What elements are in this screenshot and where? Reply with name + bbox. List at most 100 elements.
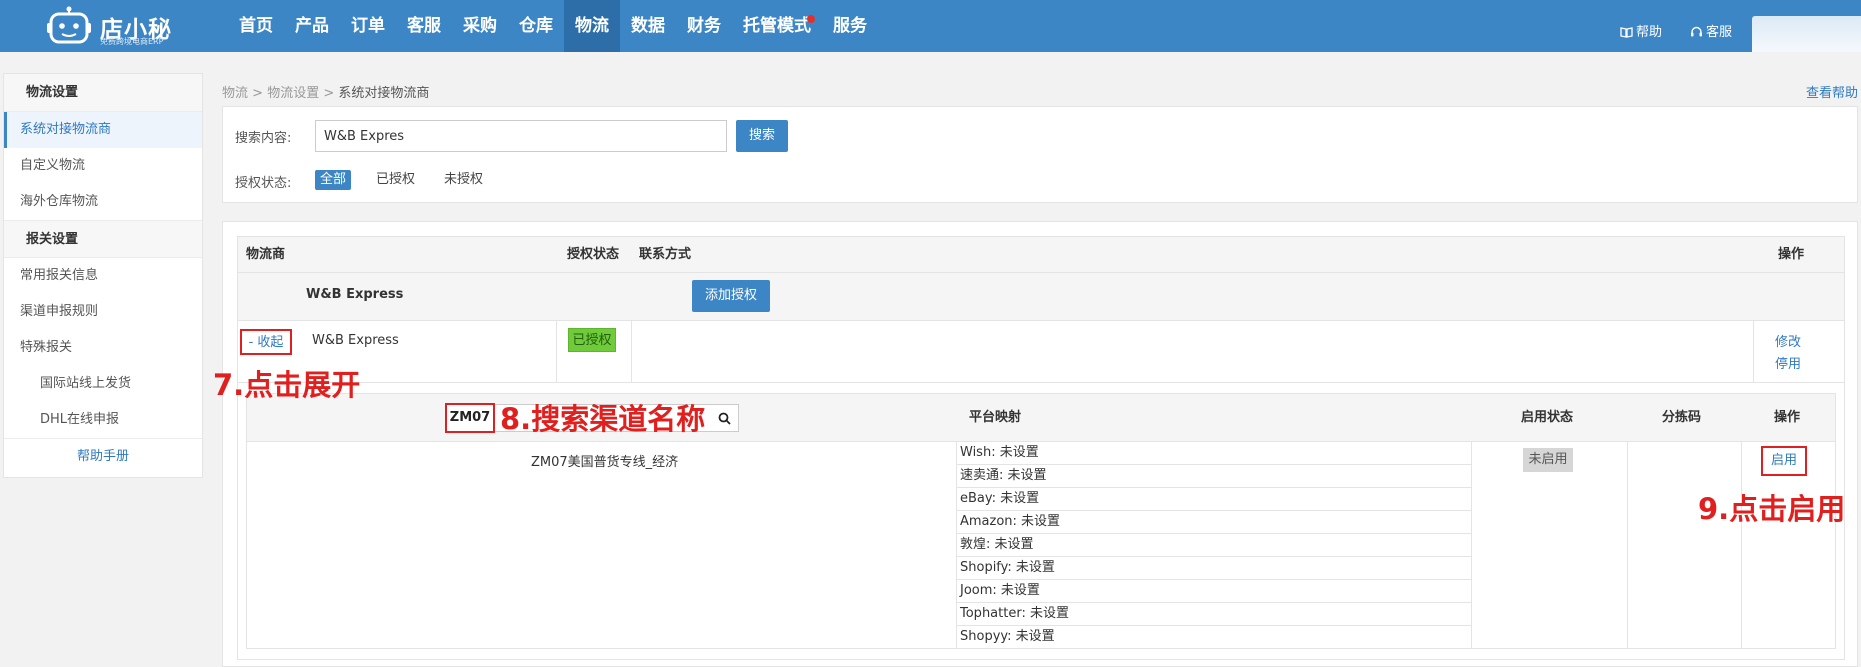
service-link[interactable]: 客服 xyxy=(1690,0,1732,52)
nav-item-label: 数据 xyxy=(631,16,665,36)
help-label: 帮助 xyxy=(1636,25,1663,40)
filter-all[interactable]: 全部 xyxy=(315,170,352,190)
carrier-group-row: W&B Express 添加授权 xyxy=(238,273,1844,321)
nav-item-0[interactable]: 首页 xyxy=(228,0,284,52)
nav-item-label: 物流 xyxy=(575,16,609,36)
channel-status-badge: 未启用 xyxy=(1523,448,1573,472)
sidebar-item-dhl-declare[interactable]: DHL在线申报 xyxy=(4,402,202,438)
search-input[interactable] xyxy=(315,120,727,152)
channel-container: ZM07 平台映射 启用状态 分拣码 操作 ZM07美国普货专线_经济 未启用 … xyxy=(238,383,1844,659)
breadcrumb-separator: > xyxy=(252,86,264,101)
sidebar-section-logistics: 物流设置 xyxy=(4,74,202,112)
auth-status-badge: 已授权 xyxy=(568,328,616,352)
col-auth-status: 授权状态 xyxy=(567,247,620,262)
col-enable-status: 启用状态 xyxy=(1521,410,1574,425)
nav-item-6[interactable]: 物流 xyxy=(564,0,620,52)
col-platform-mapping: 平台映射 xyxy=(969,410,1022,425)
sidebar-item-overseas-warehouse[interactable]: 海外仓库物流 xyxy=(4,184,202,220)
search-label: 搜索内容: xyxy=(235,131,292,146)
breadcrumb-logistics-settings[interactable]: 物流设置 xyxy=(267,86,319,101)
search-button[interactable]: 搜索 xyxy=(736,120,788,152)
notification-dot xyxy=(807,15,815,23)
nav-item-1[interactable]: 产品 xyxy=(284,0,340,52)
sidebar-item-system-carrier[interactable]: 系统对接物流商 xyxy=(4,112,202,148)
platform-mapping-item[interactable]: Amazon: 未设置 xyxy=(957,511,1471,534)
nav-item-8[interactable]: 财务 xyxy=(676,0,732,52)
sidebar-item-intl-shipping[interactable]: 国际站线上发货 xyxy=(4,366,202,402)
view-help-link[interactable]: 查看帮助 xyxy=(1806,82,1858,101)
logo[interactable]: 店小秘 免费跨境电商ERP xyxy=(46,4,176,48)
add-auth-button[interactable]: 添加授权 xyxy=(692,280,770,312)
col-divider xyxy=(556,321,557,382)
disable-link[interactable]: 停用 xyxy=(1775,353,1801,372)
platform-mapping-item[interactable]: Tophatter: 未设置 xyxy=(957,603,1471,626)
search-icon[interactable] xyxy=(718,412,731,425)
sidebar-help-manual[interactable]: 帮助手册 xyxy=(4,438,202,474)
nav-item-label: 服务 xyxy=(833,16,867,36)
user-account-box[interactable] xyxy=(1752,16,1861,52)
nav-item-label: 采购 xyxy=(463,16,497,36)
nav-item-label: 财务 xyxy=(687,16,721,36)
nav-item-10[interactable]: 服务 xyxy=(822,0,878,52)
nav-item-5[interactable]: 仓库 xyxy=(508,0,564,52)
col-carrier: 物流商 xyxy=(246,247,286,262)
channel-name: ZM07美国普货专线_经济 xyxy=(531,455,679,470)
col-sort-code: 分拣码 xyxy=(1662,410,1702,425)
headset-icon xyxy=(1691,26,1702,37)
sidebar-item-channel-rules[interactable]: 渠道申报规则 xyxy=(4,294,202,330)
platform-mapping-item[interactable]: eBay: 未设置 xyxy=(957,488,1471,511)
breadcrumb-logistics[interactable]: 物流 xyxy=(222,86,248,101)
platform-mapping-item[interactable]: 敦煌: 未设置 xyxy=(957,534,1471,557)
sidebar-item-custom-logistics[interactable]: 自定义物流 xyxy=(4,148,202,184)
channel-table: ZM07 平台映射 启用状态 分拣码 操作 ZM07美国普货专线_经济 未启用 … xyxy=(246,393,1836,649)
nav-item-4[interactable]: 采购 xyxy=(452,0,508,52)
platform-mapping-item[interactable]: Shopify: 未设置 xyxy=(957,557,1471,580)
main-nav: 首页 产品 订单 客服 采购 仓库 物流 数据 财务 托管模式 服务 xyxy=(228,0,878,52)
annotation-step-7: 7.点击展开 xyxy=(213,368,361,402)
nav-item-label: 首页 xyxy=(239,16,273,36)
col-channel-action: 操作 xyxy=(1774,410,1801,425)
nav-item-3[interactable]: 客服 xyxy=(396,0,452,52)
breadcrumb-separator: > xyxy=(323,86,335,101)
sidebar-item-special-customs[interactable]: 特殊报关 xyxy=(4,330,202,366)
nav-item-9[interactable]: 托管模式 xyxy=(732,0,822,52)
carrier-table-header: 物流商 授权状态 联系方式 操作 xyxy=(238,237,1844,273)
platform-mapping-item[interactable]: Shopyy: 未设置 xyxy=(957,626,1471,649)
nav-item-label: 客服 xyxy=(407,16,441,36)
platform-mapping-item[interactable]: 速卖通: 未设置 xyxy=(957,465,1471,488)
platform-mapping-item[interactable]: Joom: 未设置 xyxy=(957,580,1471,603)
top-nav-bar: 店小秘 免费跨境电商ERP 首页 产品 订单 客服 采购 仓库 物流 数据 财务 托管模式 服务 帮… xyxy=(0,0,1861,52)
search-panel: 搜索内容: 搜索 授权状态: 全部 已授权 未授权 xyxy=(222,106,1858,203)
nav-item-7[interactable]: 数据 xyxy=(620,0,676,52)
col-divider xyxy=(1753,321,1754,382)
edit-link[interactable]: 修改 xyxy=(1775,331,1801,350)
carrier-name: W&B Express xyxy=(312,333,399,348)
carrier-panel: 物流商 授权状态 联系方式 操作 W&B Express 添加授权 - 收起 W… xyxy=(222,221,1858,667)
auth-status-label: 授权状态: xyxy=(235,176,292,191)
enable-button[interactable]: 启用 xyxy=(1761,446,1807,476)
help-link[interactable]: 帮助 xyxy=(1620,0,1662,52)
collapse-toggle[interactable]: - 收起 xyxy=(240,329,292,355)
nav-item-2[interactable]: 订单 xyxy=(340,0,396,52)
col-divider xyxy=(1741,442,1742,648)
nav-item-label: 托管模式 xyxy=(743,16,811,36)
breadcrumb-current: 系统对接物流商 xyxy=(338,86,430,101)
col-action: 操作 xyxy=(1778,247,1805,262)
carrier-group-name: W&B Express xyxy=(306,287,404,302)
channel-search-input[interactable]: ZM07 xyxy=(445,403,495,433)
nav-item-label: 产品 xyxy=(295,16,329,36)
platform-mapping-item[interactable]: Wish: 未设置 xyxy=(957,442,1471,465)
logo-subtitle: 免费跨境电商ERP xyxy=(100,37,164,46)
robot-logo-icon xyxy=(47,6,91,44)
nav-item-label: 仓库 xyxy=(519,16,553,36)
col-divider xyxy=(1471,442,1472,648)
carrier-table: 物流商 授权状态 联系方式 操作 W&B Express 添加授权 - 收起 W… xyxy=(237,236,1845,660)
filter-unauthorized[interactable]: 未授权 xyxy=(439,170,488,190)
sidebar-section-customs: 报关设置 xyxy=(4,220,202,258)
filter-authorized[interactable]: 已授权 xyxy=(371,170,420,190)
col-divider xyxy=(631,321,632,382)
nav-item-label: 订单 xyxy=(351,16,385,36)
book-icon xyxy=(1620,27,1633,38)
breadcrumb: 物流 > 物流设置 > 系统对接物流商 xyxy=(222,82,429,101)
sidebar-item-common-customs[interactable]: 常用报关信息 xyxy=(4,258,202,294)
